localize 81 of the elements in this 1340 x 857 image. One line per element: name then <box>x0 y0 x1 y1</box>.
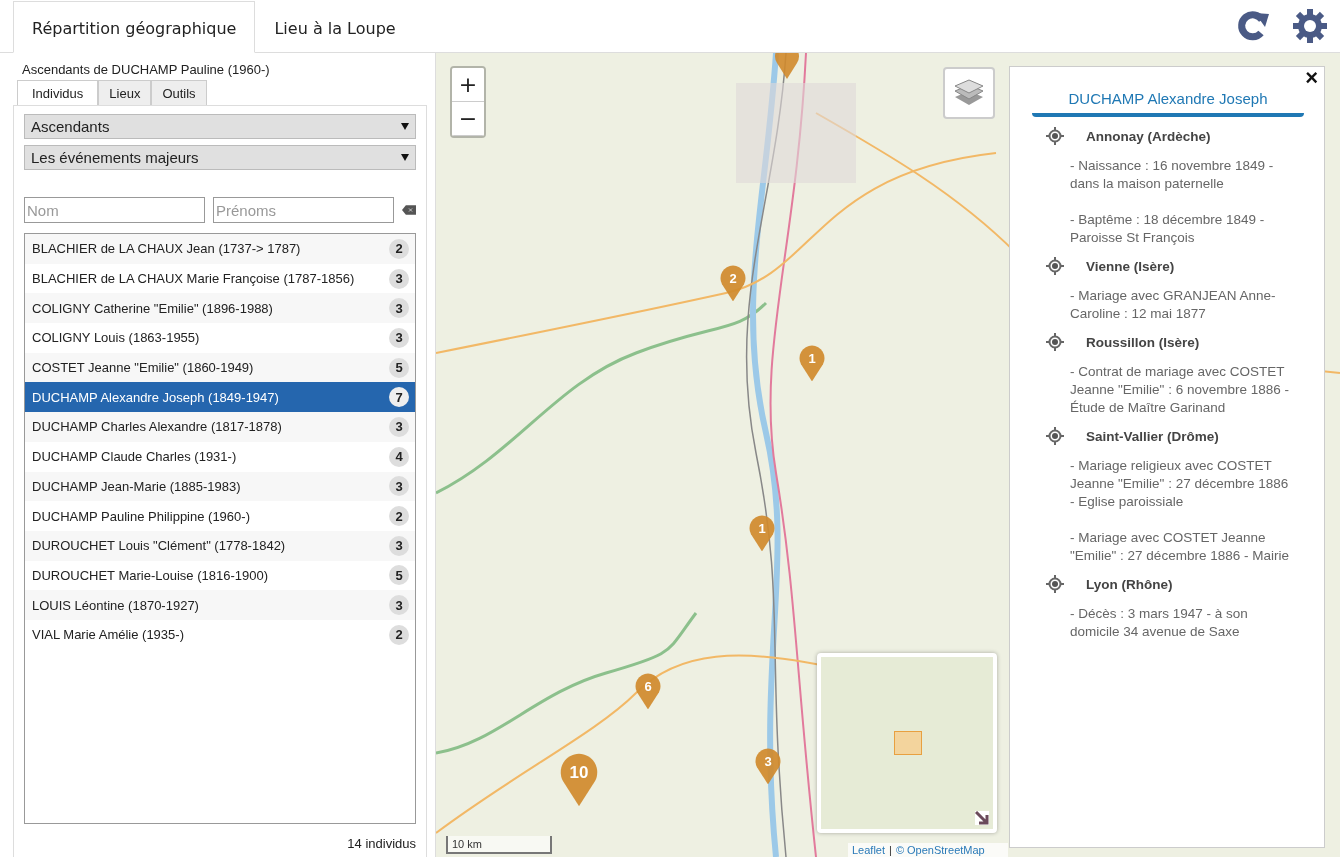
target-icon[interactable] <box>1046 427 1064 445</box>
zoom-button[interactable]: + <box>452 68 484 102</box>
collapse-arrow-icon[interactable] <box>975 811 989 825</box>
settings-icon[interactable] <box>1292 8 1328 44</box>
dropdown[interactable]: Ascendants <box>24 114 416 139</box>
count-badge: 3 <box>389 416 409 437</box>
person-name: DUCHAMP Claude Charles (1931-) <box>32 449 237 465</box>
top-tab[interactable]: Répartition géographique <box>13 1 256 53</box>
event-text: - Contrat de mariage avec COSTET Jeanne "Emilie" : 6 novembre 1886 - Étude de Maître Garinand <box>1070 363 1290 417</box>
layers-button[interactable] <box>943 67 995 119</box>
person-name: DUCHAMP Alexandre Joseph (1849-1947) <box>32 389 279 405</box>
count-badge: 5 <box>389 357 409 378</box>
person-name: VIAL Marie Amélie (1935-) <box>32 627 184 643</box>
count-badge: 3 <box>389 535 409 556</box>
event-text: - Décès : 3 mars 1947 - à son domicile 34 avenue de Saxe <box>1070 605 1249 641</box>
person-row[interactable]: LOUIS Léontine (1870-1927) 3 <box>25 590 415 620</box>
count-badge: 3 <box>389 476 409 497</box>
count-badge: 5 <box>389 565 409 586</box>
event-text: - Baptême : 18 décembre 1849 - Paroisse St François <box>1070 211 1266 247</box>
count-badge: 4 <box>389 446 409 467</box>
layers-icon <box>954 79 984 107</box>
person-name: DUCHAMP Pauline Philippine (1960-) <box>32 508 250 524</box>
person-name: COSTET Jeanne "Emilie" (1860-1949) <box>32 360 254 376</box>
target-icon[interactable] <box>1046 333 1064 351</box>
person-row[interactable]: BLACHIER de LA CHAUX Jean (1737-> 1787) 2 <box>25 234 415 264</box>
person-row[interactable]: DUROUCHET Louis "Clément" (1778-1842) 3 <box>25 530 415 561</box>
attribution-link[interactable]: Leaflet <box>852 844 886 856</box>
clear-icon[interactable] <box>402 204 416 216</box>
count-badge: 3 <box>389 327 409 348</box>
place-name: Lyon (Rhône) <box>1085 576 1173 592</box>
person-row[interactable]: DUCHAMP Charles Alexandre (1817-1878) 3 <box>25 412 415 442</box>
person-row[interactable]: COSTET Jeanne "Emilie" (1860-1949) 5 <box>25 352 415 383</box>
target-icon[interactable] <box>1046 127 1064 145</box>
count-badge: 2 <box>389 624 409 645</box>
count-badge: 2 <box>389 238 409 259</box>
event-text: - Mariage religieux avec COSTET Jeanne "Emilie" : 27 décembre 1886 - Eglise paroissiale <box>1070 457 1290 511</box>
event-text: - Naissance : 16 novembre 1849 - dans la maison paternelle <box>1070 157 1275 193</box>
sidebar-tab[interactable]: Outils <box>151 80 207 105</box>
close-button[interactable]: × <box>1305 67 1318 89</box>
person-name: LOUIS Léontine (1870-1927) <box>32 597 199 613</box>
input-field[interactable]: Nom <box>24 197 205 223</box>
person-row[interactable]: DUCHAMP Alexandre Joseph (1849-1947) 7 <box>25 382 415 413</box>
place-name: Roussillon (Isère) <box>1085 334 1200 350</box>
person-row[interactable]: COLIGNY Catherine "Emilie" (1896-1988) 3 <box>25 293 415 324</box>
count-badge: 2 <box>389 506 409 527</box>
person-row[interactable]: DUCHAMP Jean-Marie (1885-1983) 3 <box>25 471 415 502</box>
panel-title: DUCHAMP Alexandre Joseph <box>1032 83 1304 117</box>
event-text: - Mariage avec COSTET Jeanne "Emilie" : 27 décembre 1886 - Mairie <box>1070 529 1290 565</box>
top-tab[interactable]: Lieu à la Loupe <box>255 1 415 53</box>
caret-icon <box>401 123 409 130</box>
person-name: COLIGNY Catherine "Emilie" (1896-1988) <box>32 300 273 316</box>
separator: | <box>889 844 892 856</box>
count-badge: 3 <box>389 595 409 616</box>
attribution-link[interactable]: © OpenStreetMap <box>895 844 985 856</box>
viewport-rectangle <box>894 731 922 755</box>
person-name: DUROUCHET Marie-Louise (1816-1900) <box>32 567 268 583</box>
scale-bar: 10 km <box>446 836 552 854</box>
person-name: DUROUCHET Louis "Clément" (1778-1842) <box>32 538 286 554</box>
person-name: DUCHAMP Charles Alexandre (1817-1878) <box>32 419 282 435</box>
person-name: DUCHAMP Jean-Marie (1885-1983) <box>32 478 241 494</box>
input-field[interactable]: Prénoms <box>213 197 394 223</box>
place-name: Annonay (Ardèche) <box>1085 128 1211 144</box>
target-icon[interactable] <box>1046 575 1064 593</box>
map-marker-icon[interactable] <box>774 53 800 79</box>
count-label: 14 individus <box>346 836 416 851</box>
target-icon[interactable] <box>1046 257 1064 275</box>
zoom-button[interactable]: − <box>452 102 484 136</box>
place-name: Saint-Vallier (Drôme) <box>1085 428 1219 444</box>
event-text: - Mariage avec GRANJEAN Anne-Caroline : 12 mai 1877 <box>1070 287 1277 323</box>
sidebar-title: Ascendants de DUCHAMP Pauline (1960-) <box>21 61 271 79</box>
dropdown[interactable]: Les événements majeurs <box>24 145 416 170</box>
sidebar-tab[interactable]: Individus <box>17 80 99 105</box>
caret-icon <box>401 154 409 161</box>
place-name: Vienne (Isère) <box>1085 258 1175 274</box>
sidebar-tab[interactable]: Lieux <box>98 80 152 105</box>
person-name: COLIGNY Louis (1863-1955) <box>32 330 200 346</box>
person-name: BLACHIER de LA CHAUX Marie Françoise (1787-1856) <box>32 271 355 287</box>
person-name: BLACHIER de LA CHAUX Jean (1737-> 1787) <box>32 241 301 257</box>
count-badge: 7 <box>389 387 409 408</box>
count-badge: 3 <box>389 298 409 319</box>
count-badge: 3 <box>389 268 409 289</box>
